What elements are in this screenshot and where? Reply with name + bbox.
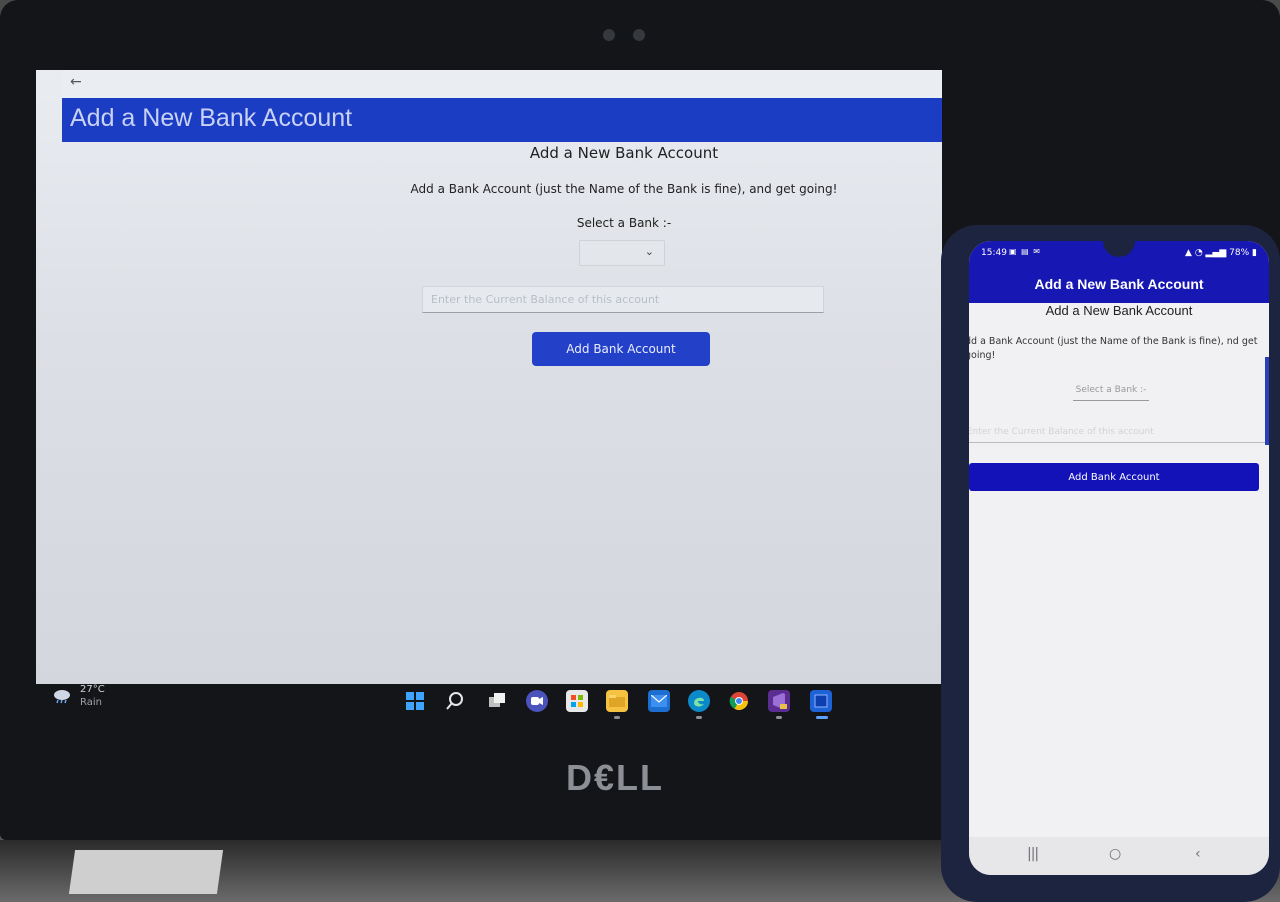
- taskbar: 27°C Rain: [36, 684, 942, 724]
- bank-select-label: Select a Bank :-: [576, 216, 672, 230]
- weather-temperature: 27°C: [80, 684, 105, 695]
- camera-notch: [1103, 241, 1135, 257]
- active-indicator: [816, 716, 828, 719]
- add-bank-account-button[interactable]: Add Bank Account: [532, 332, 710, 366]
- phone-form-subtext: dd a Bank Account (just the Name of the …: [969, 336, 1258, 361]
- teams-chat-icon[interactable]: [526, 690, 548, 712]
- balance-input[interactable]: [422, 286, 824, 313]
- weather-condition: Rain: [80, 697, 102, 708]
- back-arrow-icon[interactable]: ←: [70, 74, 82, 90]
- laptop-hinge-pad: [68, 850, 224, 894]
- bank-select-dropdown[interactable]: ⌄: [579, 240, 665, 266]
- page-title: Add a New Bank Account: [70, 104, 353, 132]
- running-indicator: [776, 716, 782, 719]
- mail-icon[interactable]: [648, 690, 670, 712]
- visual-studio-icon[interactable]: [768, 690, 790, 712]
- file-explorer-icon[interactable]: [606, 690, 628, 712]
- scrollbar[interactable]: [1265, 357, 1269, 445]
- phone-device: 15:49 ▣ ▤ ✉ ▲ ◔ ▂▄▆ 78% ▮ Add a New Bank…: [941, 225, 1280, 902]
- home-icon[interactable]: ○: [1109, 846, 1121, 862]
- status-bar: 15:49 ▣ ▤ ✉ ▲ ◔ ▂▄▆ 78% ▮: [969, 241, 1269, 267]
- phone-form-heading: Add a New Bank Account: [1045, 303, 1193, 318]
- status-time: 15:49: [981, 248, 1007, 258]
- notification-icons: ▣ ▤ ✉: [1009, 247, 1041, 256]
- signal-wifi-icons: ▲ ◔ ▂▄▆: [1185, 248, 1230, 258]
- android-nav-bar: ||| ○ ‹: [969, 837, 1269, 875]
- webcam-sensor-icon: [633, 29, 645, 41]
- battery-percent: 78%: [1229, 248, 1250, 258]
- start-icon[interactable]: [404, 690, 426, 712]
- running-indicator: [614, 716, 620, 719]
- window-titlebar: ← – ▢ ✕: [62, 70, 942, 98]
- desktop-screen: ← – ▢ ✕ Add a New Bank Account Add a New…: [36, 70, 942, 684]
- edge-icon[interactable]: [688, 690, 710, 712]
- phone-app-header: Add a New Bank Account: [969, 267, 1269, 303]
- phone-add-bank-account-button[interactable]: Add Bank Account: [969, 463, 1259, 491]
- webcam-icon: [603, 29, 615, 41]
- dell-logo: D€LL: [566, 757, 664, 798]
- form-heading: Add a New Bank Account: [529, 144, 719, 162]
- search-icon[interactable]: [444, 690, 466, 712]
- running-indicator: [696, 716, 702, 719]
- recents-icon[interactable]: |||: [1027, 846, 1039, 862]
- phone-balance-input[interactable]: [969, 421, 1269, 443]
- running-app-icon[interactable]: [810, 690, 832, 712]
- back-icon[interactable]: ‹: [1195, 846, 1201, 862]
- chrome-icon[interactable]: [728, 690, 750, 712]
- phone-bank-select[interactable]: Select a Bank :-: [1073, 385, 1149, 401]
- store-icon[interactable]: [566, 690, 588, 712]
- battery-icon: ▮: [1252, 248, 1257, 258]
- rain-cloud-icon: [54, 690, 70, 704]
- task-view-icon[interactable]: [486, 690, 508, 712]
- app-header: Add a New Bank Account: [62, 98, 942, 142]
- chevron-down-icon: ⌄: [644, 245, 654, 258]
- battery-indicator: ▲ ◔ ▂▄▆ 78% ▮: [1185, 248, 1257, 258]
- form-subtext: Add a Bank Account (just the Name of the…: [410, 182, 838, 196]
- phone-screen: 15:49 ▣ ▤ ✉ ▲ ◔ ▂▄▆ 78% ▮ Add a New Bank…: [969, 241, 1269, 875]
